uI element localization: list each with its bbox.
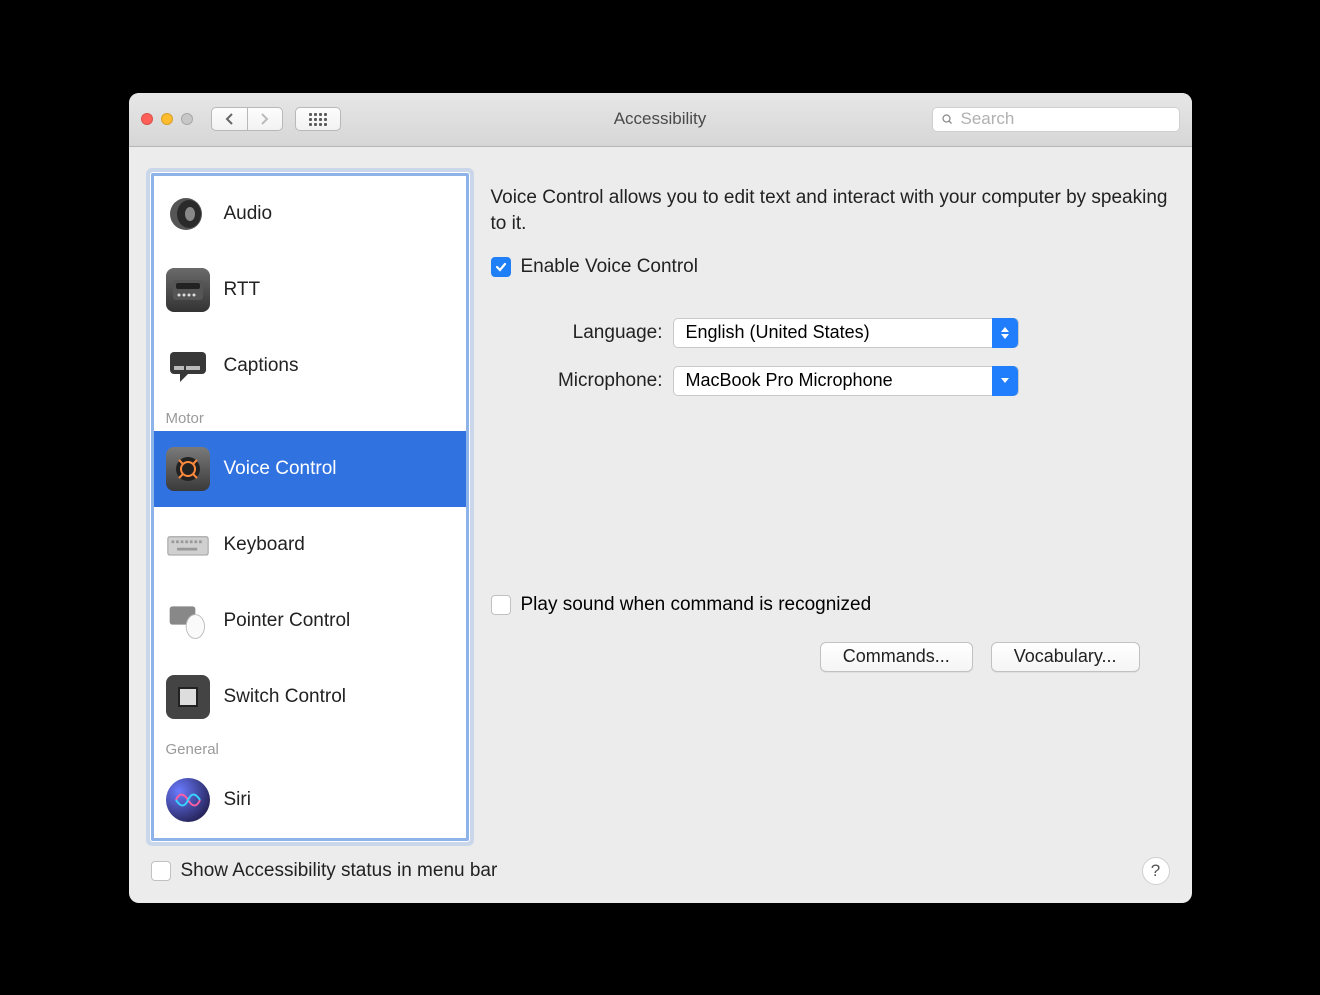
enable-voice-control-label: Enable Voice Control: [521, 256, 698, 278]
traffic-lights: [141, 113, 193, 125]
question-mark-icon: ?: [1151, 861, 1160, 881]
sidebar-item-label: Pointer Control: [224, 610, 351, 632]
sidebar-item-label: Audio: [224, 203, 273, 225]
footer: Show Accessibility status in menu bar ?: [129, 847, 1192, 903]
titlebar: Accessibility: [129, 93, 1192, 147]
forward-button: [247, 107, 283, 131]
enable-voice-control-checkbox[interactable]: Enable Voice Control: [491, 256, 1170, 278]
microphone-popup[interactable]: MacBook Pro Microphone: [673, 366, 1019, 396]
play-sound-checkbox[interactable]: Play sound when command is recognized: [491, 594, 1170, 616]
group-label-general: General: [154, 735, 466, 762]
grid-icon: [309, 113, 327, 126]
preferences-window: Accessibility Audio: [129, 93, 1192, 903]
sidebar-list: Audio RTT: [154, 176, 466, 838]
play-sound-label: Play sound when command is recognized: [521, 594, 872, 616]
sidebar-item-label: Siri: [224, 789, 251, 811]
audio-icon: [166, 192, 210, 236]
checkbox-icon: [491, 257, 511, 277]
microphone-popup-value: MacBook Pro Microphone: [674, 370, 893, 391]
sidebar-item-keyboard[interactable]: Keyboard: [154, 507, 466, 583]
show-all-button[interactable]: [295, 107, 341, 131]
window-title: Accessibility: [614, 109, 707, 129]
voice-control-icon: [166, 447, 210, 491]
commands-button[interactable]: Commands...: [820, 642, 973, 672]
sidebar-item-label: Keyboard: [224, 534, 305, 556]
chevron-right-icon: [260, 113, 269, 125]
menubar-status-checkbox[interactable]: Show Accessibility status in menu bar: [151, 860, 498, 882]
group-label-motor: Motor: [154, 404, 466, 431]
category-sidebar[interactable]: Audio RTT: [151, 173, 469, 841]
dropdown-arrow-icon: [992, 366, 1018, 396]
voice-control-description: Voice Control allows you to edit text an…: [491, 185, 1170, 238]
stepper-arrows-icon: [992, 318, 1018, 348]
button-row: Commands... Vocabulary...: [491, 642, 1140, 672]
language-popup-value: English (United States): [674, 322, 870, 343]
sidebar-item-rtt[interactable]: RTT: [154, 252, 466, 328]
pointer-control-icon: [166, 599, 210, 643]
sidebar-item-captions[interactable]: Captions: [154, 328, 466, 404]
main-panel: Voice Control allows you to edit text an…: [491, 173, 1170, 841]
sidebar-item-voice-control[interactable]: Voice Control: [154, 431, 466, 507]
chevron-left-icon: [225, 113, 234, 125]
body-area: Audio RTT: [129, 147, 1192, 847]
microphone-label: Microphone:: [491, 370, 673, 392]
language-popup[interactable]: English (United States): [673, 318, 1019, 348]
zoom-button: [181, 113, 193, 125]
language-label: Language:: [491, 322, 673, 344]
rtt-icon: [166, 268, 210, 312]
siri-icon: [166, 778, 210, 822]
keyboard-icon: [166, 523, 210, 567]
close-button[interactable]: [141, 113, 153, 125]
sidebar-item-label: Voice Control: [224, 458, 337, 480]
sidebar-item-siri[interactable]: Siri: [154, 762, 466, 838]
sidebar-item-audio[interactable]: Audio: [154, 176, 466, 252]
checkbox-icon: [491, 595, 511, 615]
sidebar-item-label: Switch Control: [224, 686, 347, 708]
switch-control-icon: [166, 675, 210, 719]
sidebar-item-pointer-control[interactable]: Pointer Control: [154, 583, 466, 659]
sidebar-item-switch-control[interactable]: Switch Control: [154, 659, 466, 735]
back-button[interactable]: [211, 107, 247, 131]
minimize-button[interactable]: [161, 113, 173, 125]
search-wrap: [932, 107, 1180, 132]
nav-segmented: [211, 107, 283, 131]
help-button[interactable]: ?: [1142, 857, 1170, 885]
captions-icon: [166, 344, 210, 388]
search-input[interactable]: [932, 107, 1180, 132]
language-row: Language: English (United States): [491, 318, 1170, 348]
sidebar-item-label: RTT: [224, 279, 261, 301]
microphone-row: Microphone: MacBook Pro Microphone: [491, 366, 1170, 396]
menubar-status-label: Show Accessibility status in menu bar: [181, 860, 498, 882]
checkbox-icon: [151, 861, 171, 881]
sidebar-item-label: Captions: [224, 355, 299, 377]
vocabulary-button[interactable]: Vocabulary...: [991, 642, 1140, 672]
